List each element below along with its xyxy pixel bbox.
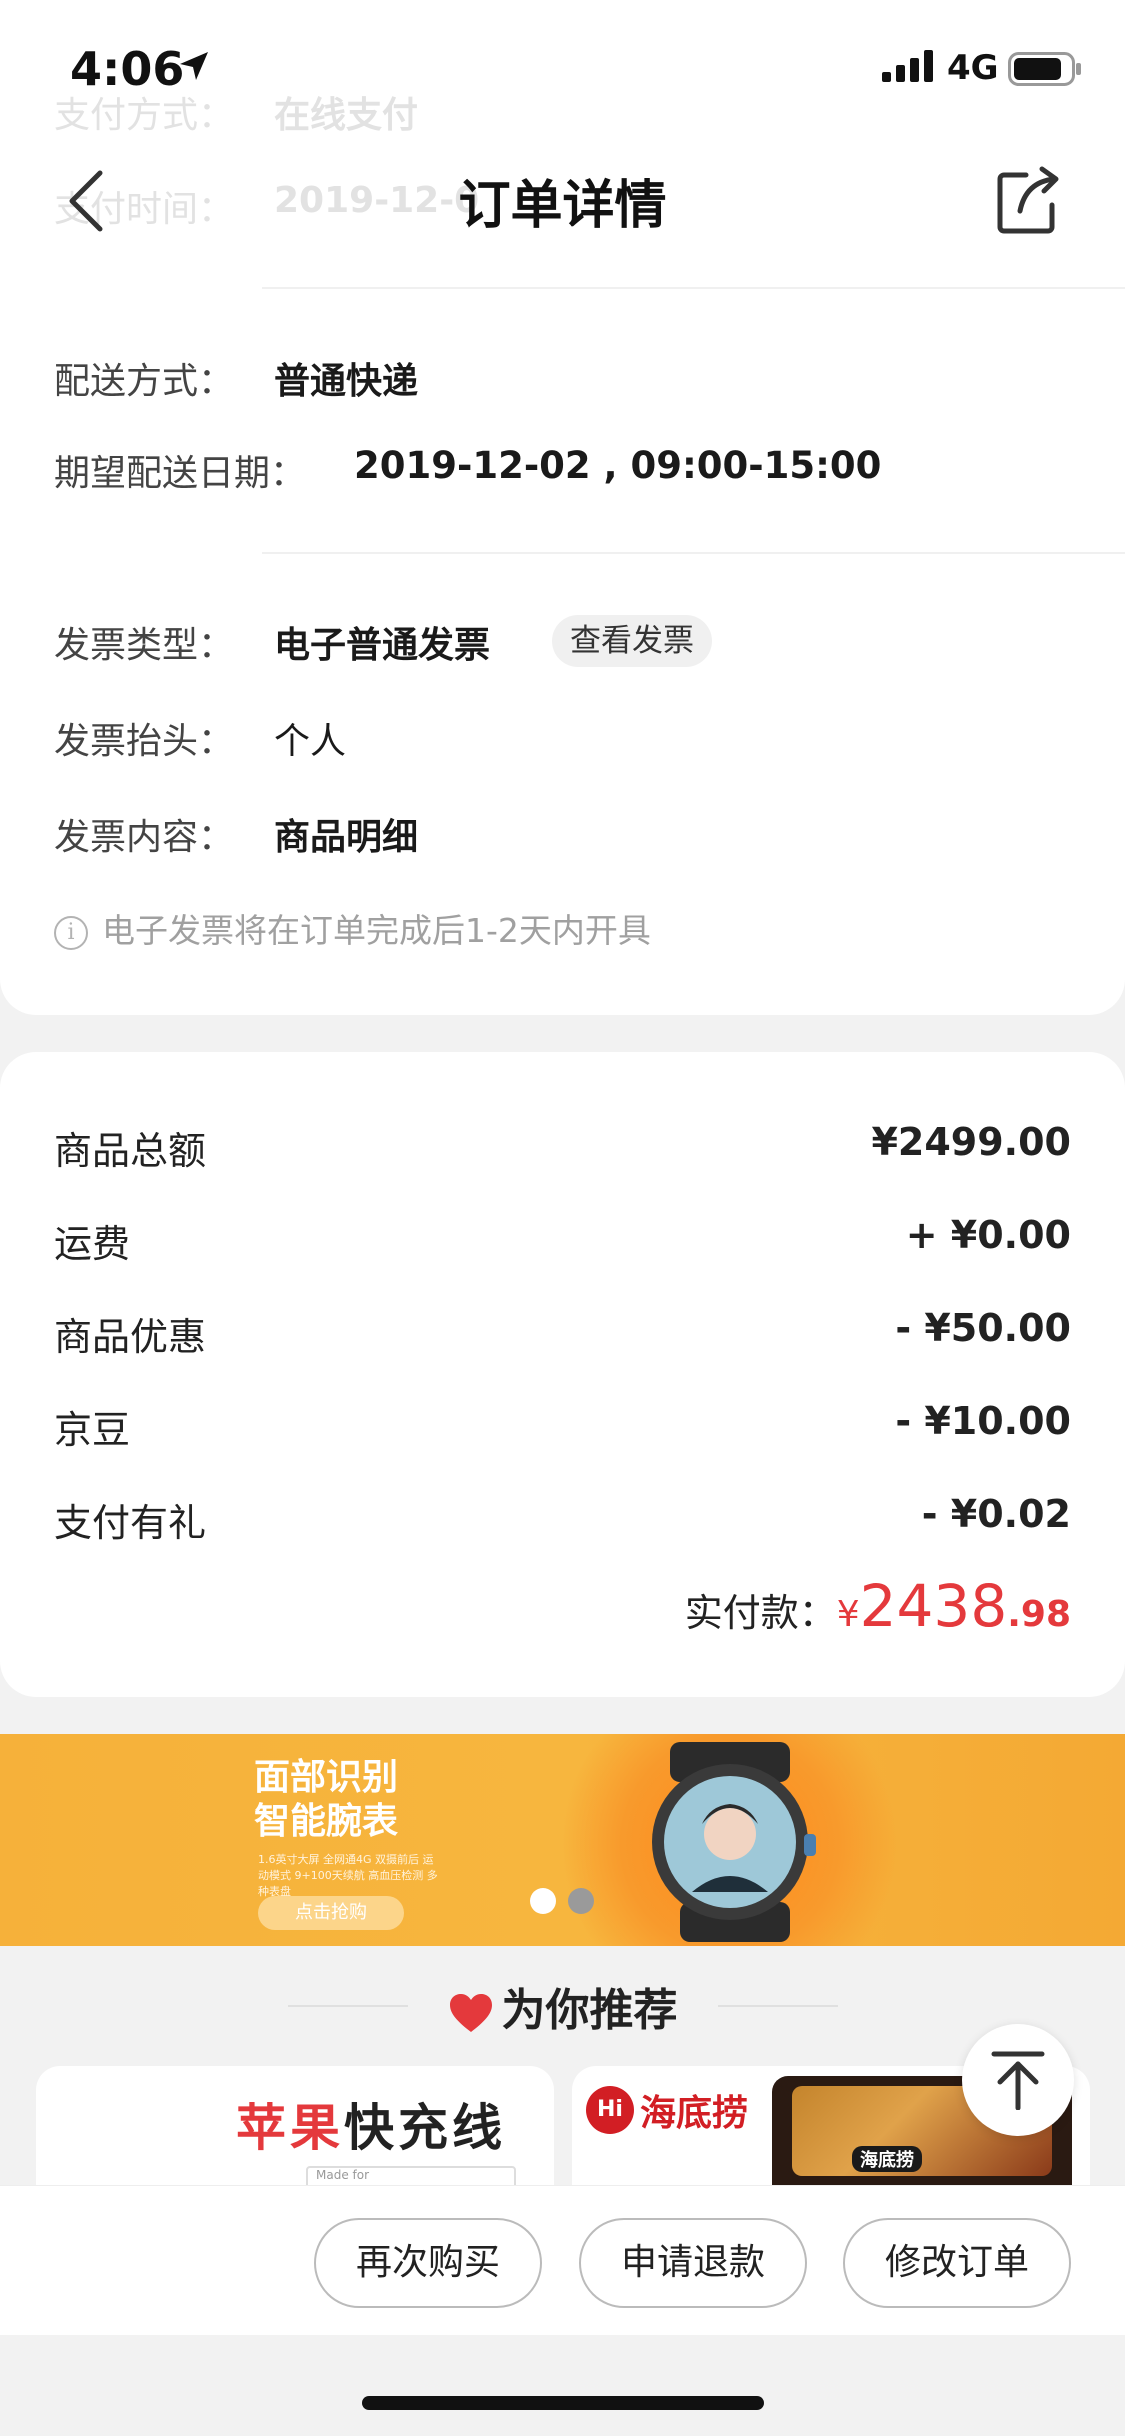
heart-icon	[449, 1994, 492, 2032]
invoice-title-value: 个人	[274, 721, 347, 762]
amount-label: 京豆	[54, 1408, 131, 1452]
invoice-title-row: 发票抬头： 个人	[54, 712, 346, 764]
info-icon: i	[54, 915, 88, 950]
made-for-badge: Made for	[306, 2166, 516, 2186]
banner-pagination	[530, 1888, 606, 1918]
amount-row: 京豆 - ¥10.00	[54, 1399, 1071, 1452]
paid-label: 实付款：	[684, 1591, 837, 1635]
invoice-content-value: 商品明细	[274, 817, 419, 858]
invoice-note-text: 电子发票将在订单完成后1-2天内开具	[102, 911, 651, 950]
banner-title-line2: 智能腕表	[254, 1801, 399, 1842]
amount-row: 商品优惠 - ¥50.00	[54, 1306, 1071, 1359]
status-time: 4:06	[70, 42, 185, 96]
delivery-date-label: 期望配送日期：	[54, 453, 307, 494]
bottom-action-bar: 再次购买 申请退款 修改订单	[0, 2185, 1125, 2335]
paid-integer: 2438	[859, 1572, 1008, 1640]
product-card[interactable]: 苹果快充线 Made for	[36, 2066, 554, 2186]
amount-label: 商品优惠	[54, 1315, 207, 1359]
battery-icon	[1008, 52, 1081, 86]
banner-title-line1: 面部识别	[254, 1757, 399, 1798]
invoice-type-label: 发票类型：	[54, 625, 235, 666]
amount-row: 商品总额 ¥2499.00	[54, 1120, 1071, 1173]
amount-row: 运费 + ¥0.00	[54, 1213, 1071, 1266]
request-refund-button[interactable]: 申请退款	[579, 2218, 807, 2308]
brand-name: 海底捞	[640, 2093, 749, 2134]
amount-label: 运费	[54, 1222, 131, 1266]
product-badge: 海底捞	[852, 2146, 922, 2172]
page-title: 订单详情	[458, 176, 667, 236]
amount-value: - ¥0.02	[921, 1492, 1071, 1536]
invoice-type-value: 电子普通发票	[274, 625, 491, 666]
product-card-headline: 苹果快充线	[236, 2088, 506, 2160]
brand-logo: Hi 海底捞	[586, 2084, 748, 2136]
invoice-content-label: 发票内容：	[54, 817, 235, 858]
amount-value: - ¥10.00	[895, 1399, 1071, 1443]
brand-logo-mark: Hi	[586, 2086, 634, 2134]
home-indicator[interactable]	[362, 2396, 764, 2410]
banner-cta-button[interactable]: 点击抢购	[258, 1896, 404, 1930]
smartwatch-image	[652, 1742, 816, 1942]
paid-decimal: .98	[1007, 1594, 1071, 1635]
delivery-date-row: 期望配送日期： 2019-12-02 , 09:00-15:00	[54, 444, 881, 496]
banner-title: 面部识别 智能腕表	[254, 1756, 398, 1844]
signal-icon	[882, 50, 933, 82]
network-type: 4G	[947, 48, 999, 88]
delivery-date-value: 2019-12-02 , 09:00-15:00	[354, 444, 882, 487]
pagination-dot-active[interactable]	[530, 1888, 556, 1914]
status-bar: 4:06 4G	[0, 0, 1125, 135]
amount-value: + ¥0.00	[905, 1213, 1071, 1257]
paid-total: 实付款：¥2438.98	[685, 1572, 1071, 1640]
modify-order-button[interactable]: 修改订单	[843, 2218, 1071, 2308]
delivery-method-label: 配送方式：	[54, 361, 235, 402]
location-arrow-icon	[180, 52, 208, 80]
invoice-content-row: 发票内容： 商品明细	[54, 808, 418, 860]
invoice-note: i 电子发票将在订单完成后1-2天内开具	[54, 904, 651, 952]
delivery-method-row: 配送方式： 普通快递	[54, 352, 418, 404]
product-headline-red: 苹果	[236, 2099, 344, 2157]
paid-currency: ¥	[836, 1594, 860, 1635]
divider	[262, 287, 1125, 289]
product-headline-black: 快充线	[344, 2099, 506, 2157]
recommend-title: 为你推荐	[0, 1974, 1125, 2038]
divider	[262, 552, 1125, 554]
delivery-method-value: 普通快递	[274, 361, 419, 402]
banner-desc: 1.6英寸大屏 全网通4G 双摄前后 运动模式 9+100天续航 高血压检测 多…	[258, 1853, 438, 1898]
nav-bar: 订单详情	[0, 135, 1125, 275]
share-icon[interactable]	[996, 165, 1062, 235]
amount-label: 支付有礼	[54, 1501, 207, 1545]
order-detail-page: 支付方式： 在线支付 支付时间： 2019-12-0 配送方式： 普通快递 期望…	[0, 0, 1125, 2436]
amount-value: ¥2499.00	[871, 1120, 1071, 1164]
amount-row: 支付有礼 - ¥0.02	[54, 1492, 1071, 1545]
invoice-title-label: 发票抬头：	[54, 721, 235, 762]
amount-value: - ¥50.00	[895, 1306, 1071, 1350]
buy-again-button[interactable]: 再次购买	[314, 2218, 542, 2308]
back-to-top-button[interactable]	[962, 2024, 1074, 2136]
amount-label: 商品总额	[54, 1129, 207, 1173]
pagination-dot[interactable]	[568, 1888, 594, 1914]
arrow-up-icon	[991, 2051, 1045, 2110]
recommend-header: 为你推荐	[0, 1946, 1125, 2066]
invoice-type-row: 发票类型： 电子普通发票	[54, 616, 490, 668]
view-invoice-button[interactable]: 查看发票	[552, 615, 712, 667]
recommend-title-text: 为你推荐	[501, 1985, 678, 2036]
